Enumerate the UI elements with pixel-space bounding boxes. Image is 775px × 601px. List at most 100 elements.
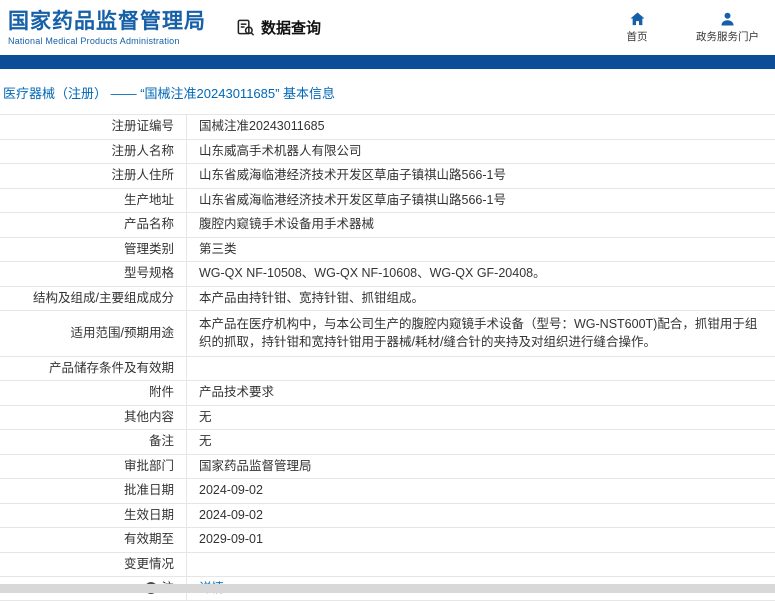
row-value [187,553,775,576]
row-value: 山东省威海临港经济技术开发区草庙子镇祺山路566-1号 [187,189,775,213]
row-value: 2024-09-02 [187,504,775,528]
row-value-text: 产品技术要求 [199,384,274,402]
row-label: 变更情况 [0,553,187,576]
row-label-text: 附件 [149,384,174,401]
row-label: 注册证编号 [0,115,187,139]
table-row: 产品名称 腹腔内窥镜手术设备用手术器械 [0,213,775,238]
row-label: 生产地址 [0,189,187,213]
table-row: 其他内容 无 [0,406,775,431]
home-icon [630,11,645,26]
row-value: 本产品在医疗机构中，与本公司生产的腹腔内窥镜手术设备（型号：WG-NST600T… [187,311,775,356]
row-value: 腹腔内窥镜手术设备用手术器械 [187,213,775,237]
data-query-label: 数据查询 [261,17,321,38]
row-label-text: 注册人住所 [111,167,174,184]
table-row: 审批部门国家药品监督管理局 [0,455,775,480]
row-label: 产品储存条件及有效期 [0,357,187,380]
row-value [187,357,775,380]
org-name-en: National Medical Products Administration [8,36,206,46]
row-label-text: 产品名称 [124,216,174,233]
row-label: 管理类别 [0,238,187,262]
row-label: 附件 [0,381,187,405]
row-label: 结构及组成/主要组成成分 [0,287,187,311]
row-label-text: 其他内容 [124,409,174,426]
row-value: 第三类 [187,238,775,262]
table-row: 附件 产品技术要求 [0,381,775,406]
org-name: 国家药品监督管理局 [8,9,206,35]
row-value-text: WG-QX NF-10508、WG-QX NF-10608、WG-QX GF-2… [199,265,546,283]
row-label-text: 注册证编号 [111,118,174,135]
row-value: 国家药品监督管理局 [187,455,775,479]
row-value: WG-QX NF-10508、WG-QX NF-10608、WG-QX GF-2… [187,262,775,286]
row-value: 无 [187,406,775,430]
row-value: 山东威高手术机器人有限公司 [187,140,775,164]
table-row: 管理类别 第三类 [0,238,775,263]
row-label: 备注 [0,430,187,454]
row-value: 本产品由持针钳、宽持针钳、抓钳组成。 [187,287,775,311]
row-label-text: 备注 [149,433,174,450]
row-value-text: 无 [199,433,212,451]
row-label-text: 审批部门 [124,458,174,475]
row-value: 无 [187,430,775,454]
row-value: 2024-09-02 [187,479,775,503]
data-query-nav[interactable]: 数据查询 [236,17,321,38]
table-row: 结构及组成/主要组成成分 本产品由持针钳、宽持针钳、抓钳组成。 [0,287,775,312]
row-label-text: 批准日期 [124,482,174,499]
row-label-text: 变更情况 [124,556,174,573]
table-row: 型号规格 WG-QX NF-10508、WG-QX NF-10608、WG-QX … [0,262,775,287]
table-row: 注册人住所 山东省威海临港经济技术开发区草庙子镇祺山路566-1号 [0,164,775,189]
row-value-text: 2029-09-01 [199,531,263,549]
row-value-text: 本产品在医疗机构中，与本公司生产的腹腔内窥镜手术设备（型号：WG-NST600T… [199,316,761,351]
row-label: 适用范围/预期用途 [0,311,187,356]
row-label: 生效日期 [0,504,187,528]
table-row: 批准日期 2024-09-02 [0,479,775,504]
footer-strip [0,584,775,593]
breadcrumb: 医疗器械（注册） —— “国械注准20243011685” 基本信息 [0,69,775,114]
portal-link[interactable]: 政务服务门户 [696,11,759,44]
row-label-text: 结构及组成/主要组成成分 [33,290,174,307]
row-value-text: 山东省威海临港经济技术开发区草庙子镇祺山路566-1号 [199,167,506,185]
row-value: 2029-09-01 [187,528,775,552]
person-icon [720,11,735,26]
row-label: 其他内容 [0,406,187,430]
row-label-text: 注册人名称 [111,143,174,160]
header-links: 首页 政务服务门户 [614,11,775,44]
row-label-text: 适用范围/预期用途 [71,325,174,342]
row-label: 有效期至 [0,528,187,552]
row-label-text: 管理类别 [124,241,174,258]
row-value: 产品技术要求 [187,381,775,405]
data-query-icon [236,18,255,37]
table-row: 注册人名称 山东威高手术机器人有限公司 [0,140,775,165]
row-label-text: 生产地址 [124,192,174,209]
portal-label: 政务服务门户 [696,29,759,44]
row-value-text: 2024-09-02 [199,507,263,525]
table-row: 注册证编号 国械注准20243011685 [0,115,775,140]
row-label: 产品名称 [0,213,187,237]
row-value-text: 第三类 [199,241,237,259]
row-value-text: 2024-09-02 [199,482,263,500]
row-value-text: 腹腔内窥镜手术设备用手术器械 [199,216,374,234]
table-row: 变更情况 [0,553,775,577]
row-label: 审批部门 [0,455,187,479]
row-value-text: 山东省威海临港经济技术开发区草庙子镇祺山路566-1号 [199,192,506,210]
row-value: 山东省威海临港经济技术开发区草庙子镇祺山路566-1号 [187,164,775,188]
row-label: 型号规格 [0,262,187,286]
row-value-text: 本产品由持针钳、宽持针钳、抓钳组成。 [199,290,424,308]
nmpa-logo: 国家药品监督管理局 National Medical Products Admi… [8,9,206,45]
table-row: 适用范围/预期用途 本产品在医疗机构中，与本公司生产的腹腔内窥镜手术设备（型号：W… [0,311,775,357]
home-label: 首页 [627,29,648,44]
row-value-text: 山东威高手术机器人有限公司 [199,143,362,161]
page-header: 国家药品监督管理局 National Medical Products Admi… [0,0,775,55]
home-link[interactable]: 首页 [614,11,660,44]
table-row: 产品储存条件及有效期 [0,357,775,381]
row-label-text: 有效期至 [124,531,174,548]
row-value: 国械注准20243011685 [187,115,775,139]
table-row: 有效期至 2029-09-01 [0,528,775,553]
table-row: 备注 无 [0,430,775,455]
navy-divider-bar [0,55,775,69]
row-label-text: 型号规格 [124,265,174,282]
table-row: 生效日期 2024-09-02 [0,504,775,529]
row-value-text: 无 [199,409,212,427]
row-value-text: 国械注准20243011685 [199,118,325,136]
row-label-text: 生效日期 [124,507,174,524]
table-row: 生产地址 山东省威海临港经济技术开发区草庙子镇祺山路566-1号 [0,189,775,214]
